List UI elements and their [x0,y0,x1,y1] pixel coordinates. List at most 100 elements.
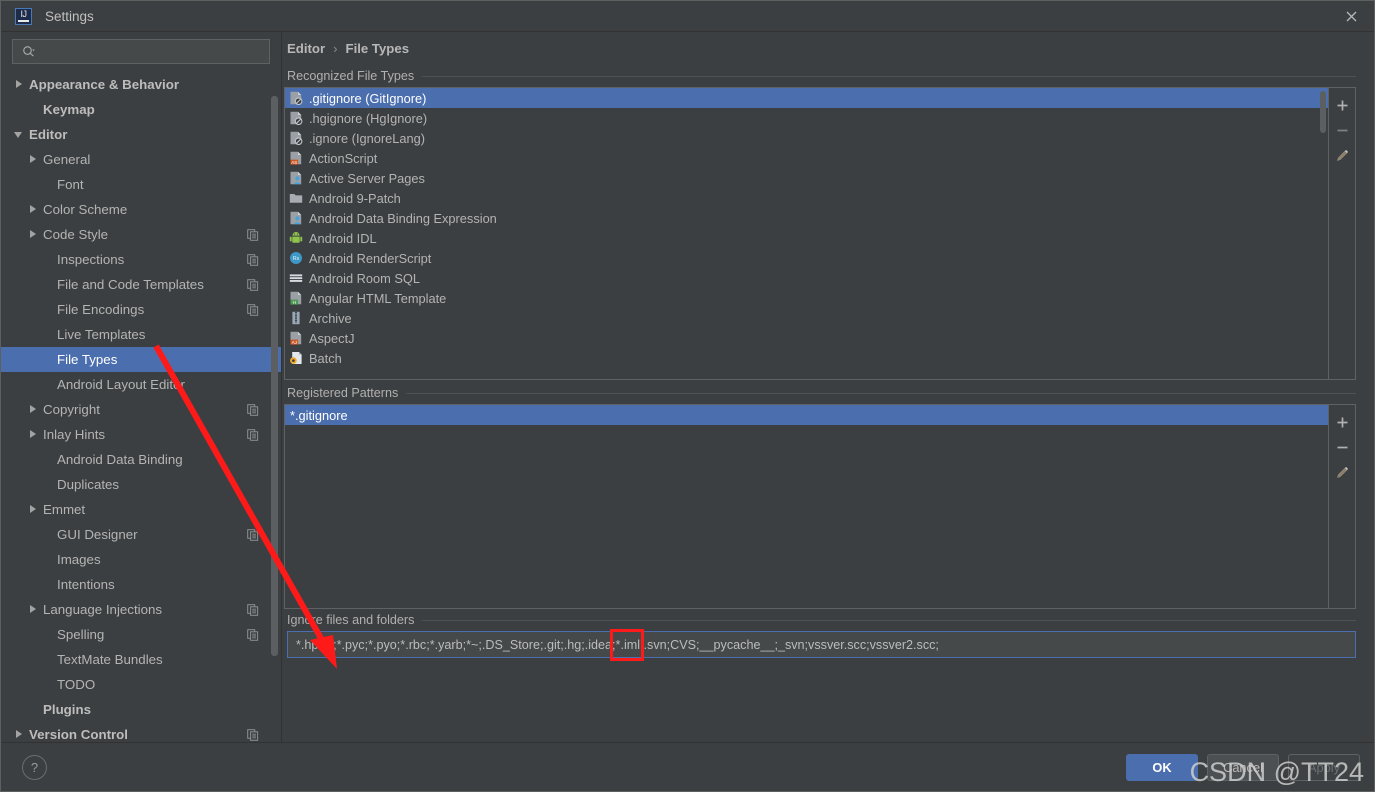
sidebar-item-label: Language Injections [43,602,163,617]
sidebar-item-editor[interactable]: Editor [1,122,281,147]
window-title: Settings [45,8,94,24]
copy-settings-icon[interactable] [247,303,259,316]
recognized-file-types-list[interactable]: .gitignore (GitIgnore) .hgignore (HgIgnor… [284,87,1329,380]
file-type-row[interactable]: .gitignore (GitIgnore) [285,88,1328,108]
edit-pencil-icon[interactable] [1330,460,1354,485]
sidebar-item-label: TODO [57,677,96,692]
search-input[interactable] [42,40,269,63]
file-type-label: ActionScript [309,150,378,166]
sidebar-item-font[interactable]: Font [1,172,281,197]
file-type-row[interactable]: Android 9-Patch [285,188,1328,208]
chevron-right-icon[interactable] [15,730,24,739]
recognized-list-scrollbar-thumb[interactable] [1320,91,1326,133]
copy-settings-icon[interactable] [247,603,259,616]
settings-tree[interactable]: Appearance & Behavior Keymap Editor General… [1,71,281,742]
copy-settings-icon[interactable] [247,228,259,241]
sidebar-item-inspections[interactable]: Inspections [1,247,281,272]
copy-settings-icon[interactable] [247,403,259,416]
chevron-right-icon[interactable] [29,230,38,239]
title-bar: Settings [1,1,1374,32]
sidebar-item-duplicates[interactable]: Duplicates [1,472,281,497]
file-type-row[interactable]: Android IDL [285,228,1328,248]
sidebar-item-file-types[interactable]: File Types [1,347,281,372]
copy-settings-icon[interactable] [247,628,259,641]
sidebar-item-general[interactable]: General [1,147,281,172]
file-type-row[interactable]: Batch [285,348,1328,368]
chevron-right-icon[interactable] [29,155,38,164]
sidebar-item-code-style[interactable]: Code Style [1,222,281,247]
chevron-down-icon[interactable] [14,130,24,139]
add-icon[interactable] [1330,410,1354,435]
patterns-list-toolbar [1329,404,1356,609]
remove-icon[interactable] [1330,435,1354,460]
help-icon[interactable]: ? [22,754,47,780]
sidebar-item-inlay-hints[interactable]: Inlay Hints [1,422,281,447]
file-type-row[interactable]: AJ AspectJ [285,328,1328,348]
sidebar-item-intentions[interactable]: Intentions [1,572,281,597]
file-type-row[interactable]: Rs Android RenderScript [285,248,1328,268]
copy-settings-icon[interactable] [247,528,259,541]
copy-settings-icon[interactable] [247,278,259,291]
svg-text:AJ: AJ [292,340,297,345]
ignore-files-input[interactable]: *.hprof;*.pyc;*.pyo;*.rbc;*.yarb;*~;.DS_… [287,629,1356,661]
file-type-row[interactable]: H Angular HTML Template [285,288,1328,308]
chevron-right-icon[interactable] [29,430,38,439]
file-type-row[interactable]: Active Server Pages [285,168,1328,188]
sidebar-scrollbar[interactable] [271,68,278,732]
sidebar-item-plugins[interactable]: Plugins [1,697,281,722]
remove-icon[interactable] [1330,118,1354,143]
chevron-right-icon[interactable] [29,605,38,614]
patterns-panel-row: *.gitignore [284,404,1356,609]
copy-settings-icon[interactable] [247,253,259,266]
sidebar-item-android-layout-editor[interactable]: Android Layout Editor [1,372,281,397]
sidebar-item-emmet[interactable]: Emmet [1,497,281,522]
file-type-row[interactable]: Archive [285,308,1328,328]
ignore-files-title: Ignore files and folders [287,613,415,627]
chevron-right-icon[interactable] [29,405,38,414]
sidebar-item-images[interactable]: Images [1,547,281,572]
sidebar-item-android-data-binding[interactable]: Android Data Binding [1,447,281,472]
sidebar-item-gui-designer[interactable]: GUI Designer [1,522,281,547]
sidebar-scrollbar-thumb[interactable] [271,96,278,656]
file-type-label: .hgignore (HgIgnore) [309,110,428,126]
sidebar-item-version-control[interactable]: Version Control [1,722,281,742]
sidebar-item-language-injections[interactable]: Language Injections [1,597,281,622]
ok-button[interactable]: OK [1126,753,1198,781]
sidebar-item-file-encodings[interactable]: File Encodings [1,297,281,322]
sidebar-item-copyright[interactable]: Copyright [1,397,281,422]
file-type-row[interactable]: .hgignore (HgIgnore) [285,108,1328,128]
sidebar-item-keymap[interactable]: Keymap [1,97,281,122]
recognized-panel-row: .gitignore (GitIgnore) .hgignore (HgIgnor… [284,87,1356,380]
copy-settings-icon[interactable] [247,428,259,441]
file-type-row[interactable]: Android Room SQL [285,268,1328,288]
sidebar-item-todo[interactable]: TODO [1,672,281,697]
ignore-file-icon [289,131,303,146]
registered-pattern-row[interactable]: *.gitignore [285,405,1328,425]
sidebar-item-file-and-code-templates[interactable]: File and Code Templates [1,272,281,297]
file-type-row[interactable]: Android Data Binding Expression [285,208,1328,228]
sidebar-item-label: Spelling [57,627,105,642]
recognized-list-scrollbar[interactable] [1319,89,1327,378]
search-box[interactable] [12,39,270,64]
file-type-row[interactable]: AS ActionScript [285,148,1328,168]
file-type-row[interactable]: .ignore (IgnoreLang) [285,128,1328,148]
sidebar-item-label: Keymap [43,102,95,117]
dialog-body: Appearance & Behavior Keymap Editor General… [1,32,1374,742]
sidebar-item-color-scheme[interactable]: Color Scheme [1,197,281,222]
copy-settings-icon[interactable] [247,728,259,741]
close-icon[interactable] [1328,1,1374,31]
sidebar-item-live-templates[interactable]: Live Templates [1,322,281,347]
add-icon[interactable] [1330,93,1354,118]
chevron-right-icon[interactable] [29,505,38,514]
edit-pencil-icon[interactable] [1330,143,1354,168]
chevron-right-icon[interactable] [15,80,24,89]
breadcrumb-parent[interactable]: Editor [287,41,325,56]
sidebar-item-spelling[interactable]: Spelling [1,622,281,647]
chevron-right-icon[interactable] [29,205,38,214]
sidebar-item-textmate-bundles[interactable]: TextMate Bundles [1,647,281,672]
sidebar-item-appearance-behavior[interactable]: Appearance & Behavior [1,72,281,97]
file-type-label: .ignore (IgnoreLang) [309,130,425,146]
registered-patterns-list[interactable]: *.gitignore [284,404,1329,609]
